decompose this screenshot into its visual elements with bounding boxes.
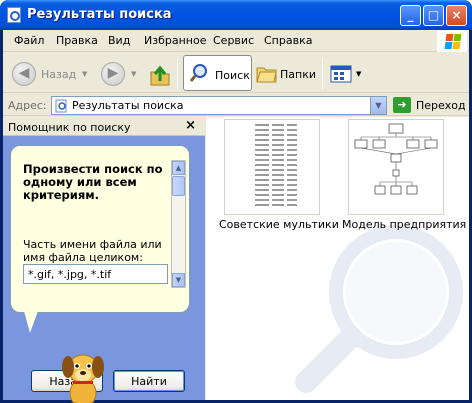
menu-bar: Файл Правка Вид Избранное Сервис Справка [3, 30, 469, 52]
balloon-scrollbar[interactable]: ▲ ▼ [171, 160, 186, 288]
close-button[interactable]: × [446, 5, 467, 26]
explorer-window: Результаты поиска _ □ × Файл Правка Вид … [0, 0, 472, 403]
balloon-tail [24, 311, 38, 333]
search-heading: Произвести поиск по одному или всем крит… [23, 162, 163, 202]
go-button-label[interactable]: Переход [416, 99, 466, 112]
window-title: Результаты поиска [27, 7, 172, 22]
folders-icon[interactable] [256, 64, 278, 84]
search-results-icon [55, 99, 67, 113]
magnifier-watermark-icon [295, 225, 463, 393]
document-thumbnail-icon [255, 124, 297, 206]
address-field[interactable]: Результаты поиска ▼ [51, 96, 387, 115]
address-value: Результаты поиска [72, 99, 184, 112]
search-button-label: Поиск [215, 69, 250, 82]
menu-view[interactable]: Вид [108, 34, 130, 47]
menu-favorites[interactable]: Избранное [144, 34, 206, 47]
toolbar-separator [322, 59, 323, 89]
scroll-thumb[interactable] [172, 176, 185, 196]
forward-arrow-icon[interactable]: ▶ [101, 62, 125, 86]
results-view: Советские мультики Модель предприятия [206, 117, 469, 400]
address-bar: Адрес: Результаты поиска ▼ ➜ Переход [3, 94, 469, 116]
window-client: Файл Правка Вид Избранное Сервис Справка… [3, 30, 469, 403]
menu-help[interactable]: Справка [264, 34, 312, 47]
back-dropdown-icon[interactable]: ▼ [82, 70, 87, 78]
menu-edit[interactable]: Правка [56, 34, 98, 47]
maximize-button[interactable]: □ [423, 5, 444, 26]
magnifier-icon [189, 64, 207, 82]
go-arrow-icon[interactable]: ➜ [393, 97, 411, 113]
toolbar-separator [177, 59, 178, 89]
filename-field-label: Часть имени файла или имя файла целиком: [23, 238, 162, 264]
menu-file[interactable]: Файл [14, 34, 44, 47]
pane-title: Помощник по поиску [8, 121, 131, 134]
up-folder-icon[interactable] [149, 62, 171, 86]
back-button-label[interactable]: Назад [41, 68, 76, 81]
search-dog-icon[interactable] [53, 349, 113, 403]
standard-toolbar: ◀ Назад ▼ ▶ ▼ Поиск Папки ▼ [3, 53, 469, 93]
address-dropdown-icon[interactable]: ▼ [370, 97, 386, 114]
filename-input[interactable] [23, 264, 168, 284]
windows-logo-icon [437, 30, 467, 52]
search-results-icon [7, 7, 21, 23]
menu-tools[interactable]: Сервис [213, 34, 254, 47]
folders-button-label[interactable]: Папки [280, 68, 316, 81]
views-icon[interactable] [330, 64, 354, 84]
search-companion-pane: Помощник по поиску × Произвести поиск по… [3, 117, 205, 403]
pane-header: Помощник по поиску × [3, 117, 205, 136]
search-balloon: Произвести поиск по одному или всем крит… [10, 145, 190, 313]
back-arrow-icon[interactable]: ◀ [12, 62, 36, 86]
scroll-down-icon[interactable]: ▼ [172, 273, 185, 287]
address-label: Адрес: [8, 99, 47, 112]
result-name[interactable]: Советские мультики [219, 218, 339, 231]
result-thumbnail[interactable] [224, 119, 320, 215]
pane-close-icon[interactable]: × [185, 118, 196, 133]
scroll-up-icon[interactable]: ▲ [172, 161, 185, 175]
search-button[interactable]: Поиск [183, 55, 252, 91]
forward-dropdown-icon[interactable]: ▼ [131, 70, 136, 78]
minimize-button[interactable]: _ [400, 5, 421, 26]
title-bar[interactable]: Результаты поиска _ □ × [0, 0, 472, 30]
views-dropdown-icon[interactable]: ▼ [356, 70, 361, 78]
result-thumbnail[interactable] [348, 119, 444, 215]
diagram-thumbnail-icon [354, 123, 438, 195]
find-button[interactable]: Найти [113, 370, 185, 392]
result-name[interactable]: Модель предприятия [342, 218, 466, 231]
